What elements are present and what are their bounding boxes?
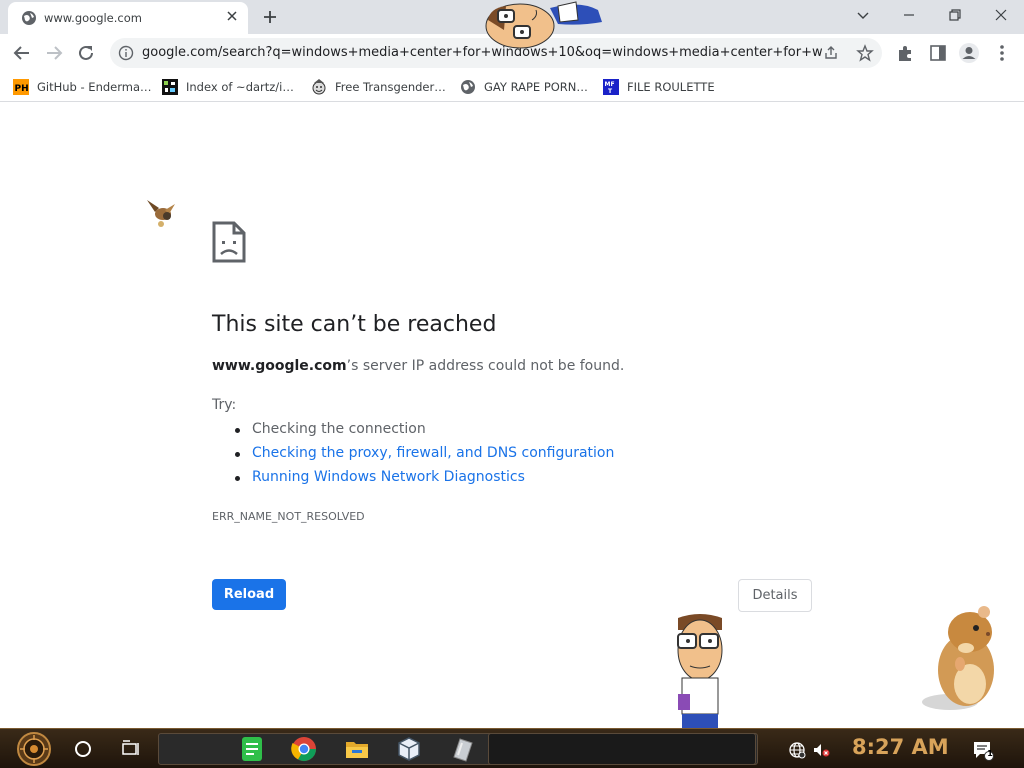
bird-sprite-icon (147, 200, 175, 227)
virtualbox-icon[interactable] (395, 735, 423, 763)
sad-document-icon (212, 221, 246, 263)
cartoon-man-sprite-icon (485, 1, 602, 49)
globe-icon (461, 80, 475, 94)
tab-search-chevron-down-icon[interactable] (848, 4, 878, 26)
start-button-icon[interactable] (6, 732, 62, 766)
new-tab-button[interactable] (258, 6, 282, 28)
chrome-icon[interactable] (290, 735, 318, 763)
tab-active[interactable]: www.google.com (8, 2, 248, 34)
bookmark-item[interactable]: Index of ~dartz/i… (162, 77, 294, 97)
side-panel-icon[interactable] (927, 42, 949, 64)
bookmarks-bar: PH GitHub - Enderma… Index of ~dartz/i… … (0, 72, 1024, 102)
notification-count: 1 (987, 749, 993, 758)
taskbar-clock[interactable]: 8:27 AM (852, 735, 949, 759)
try-label: Try: (212, 397, 237, 413)
taskbar-empty-slot (488, 733, 756, 765)
network-globe-icon[interactable] (788, 741, 806, 759)
hamster-sprite-icon (922, 606, 994, 710)
error-description: www.google.com’s server IP address could… (212, 358, 624, 374)
details-button[interactable]: Details (738, 579, 812, 612)
task-view-icon[interactable] (120, 738, 142, 760)
bookmark-item[interactable]: MF T FILE ROULETTE (603, 77, 715, 97)
reload-icon[interactable] (73, 40, 99, 66)
browser-window: www.google.com google.com/search?q=windo… (0, 0, 1024, 768)
cortana-circle-icon[interactable] (72, 738, 94, 760)
mft-icon: MF T (603, 79, 619, 95)
profile-avatar-icon[interactable] (958, 42, 980, 64)
menu-kebab-icon[interactable] (991, 42, 1013, 64)
svg-text:MF: MF (605, 81, 615, 88)
error-description-text: ’s server IP address could not be found. (346, 358, 625, 374)
globe-icon (22, 11, 36, 25)
minimize-button[interactable] (894, 4, 924, 26)
extensions-puzzle-icon[interactable] (895, 42, 917, 64)
site-info-icon[interactable] (118, 45, 134, 61)
suggestion-check-connection: Checking the connection (235, 421, 426, 437)
file-explorer-icon[interactable] (343, 735, 371, 763)
bookmark-item[interactable]: PH GitHub - Enderma… (13, 77, 152, 97)
suggestion-proxy-link[interactable]: Checking the proxy, firewall, and DNS co… (234, 445, 614, 461)
reload-button[interactable]: Reload (212, 579, 286, 610)
error-code: ERR_NAME_NOT_RESOLVED (212, 510, 365, 523)
cartoon-man-standing-sprite-icon (677, 614, 723, 728)
restore-button[interactable] (940, 4, 970, 26)
back-button[interactable] (9, 40, 35, 66)
bookmark-star-icon[interactable] (856, 44, 874, 62)
suggestion-diagnostics-link[interactable]: Running Windows Network Diagnostics (235, 469, 525, 485)
pixel-icon (162, 79, 178, 95)
notification-center-icon[interactable]: 1 (972, 739, 994, 761)
volume-muted-icon[interactable] (812, 741, 830, 759)
paper-icon[interactable] (448, 735, 476, 763)
clown-icon (312, 79, 326, 95)
bookmark-item[interactable]: Free Transgender… (311, 77, 446, 97)
close-tab-icon[interactable] (224, 10, 240, 26)
tab-title: www.google.com (44, 11, 142, 25)
bookmark-item[interactable]: GAY RAPE PORN… (460, 77, 588, 97)
svg-text:PH: PH (15, 84, 29, 94)
page-title: This site can’t be reached (212, 312, 497, 337)
ph-icon: PH (13, 79, 29, 95)
taskbar: 8:27 AM 1 (0, 728, 1024, 768)
forward-button[interactable] (41, 40, 67, 66)
close-window-button[interactable] (986, 4, 1016, 26)
error-host: www.google.com (212, 358, 347, 374)
sheets-icon[interactable] (238, 735, 266, 763)
share-icon[interactable] (823, 45, 839, 61)
